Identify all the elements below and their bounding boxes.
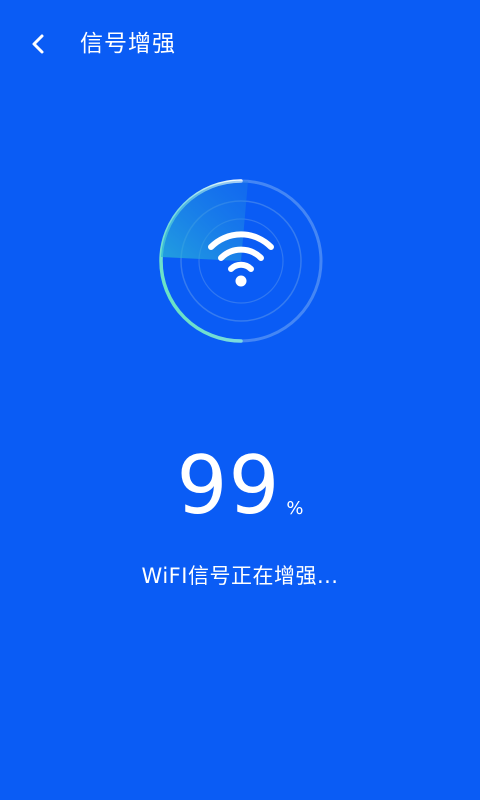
page-title: 信号增强 <box>80 31 176 57</box>
signal-scanner <box>157 177 325 345</box>
scanner-graphic <box>159 179 323 343</box>
back-button[interactable] <box>18 26 58 62</box>
chevron-left-icon <box>32 34 44 54</box>
progress-readout: 99 % <box>0 436 480 536</box>
progress-unit: % <box>286 498 304 519</box>
app-bar: 信号增强 <box>0 0 480 88</box>
progress-value: 99 <box>176 439 281 532</box>
status-text: WiFI信号正在增强... <box>141 564 339 588</box>
